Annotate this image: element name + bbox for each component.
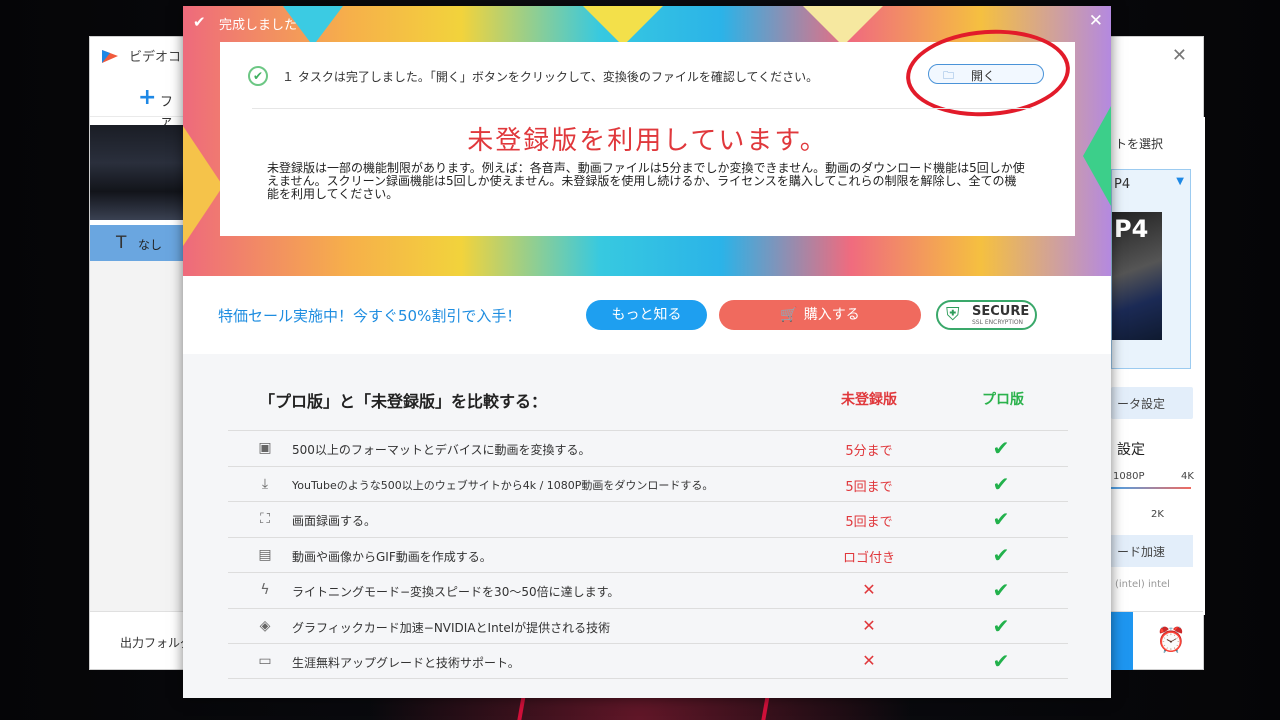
secure-badge: ⛨ SECURE SSL ENCRYPTION: [936, 300, 1037, 330]
quality-settings-title: 設定: [1117, 442, 1145, 458]
unregistered-heading: 未登録版を利用しています。: [467, 126, 828, 156]
learn-more-button[interactable]: もっと知る: [586, 300, 707, 330]
completion-card: ✔ １ タスクは完了しました。「開く」ボタンをクリックして、変換後のファイルを確…: [220, 24, 1075, 236]
hardware-brand-logos: (intel) intel: [1115, 579, 1170, 590]
table-row: ▤ 動画や画像からGIF動画を作成する。 ロゴ付き ✔: [228, 536, 1068, 573]
table-row: ◈ グラフィックカード加速−NVIDIAとIntelが提供される技術 ✕ ✔: [228, 607, 1068, 644]
subtitle-value: なし: [138, 238, 163, 252]
plus-icon: +: [138, 85, 157, 110]
quality-slider[interactable]: [1111, 487, 1191, 489]
shield-check-icon: ⛨: [946, 304, 960, 325]
hardware-acceleration-button[interactable]: ード加速: [1111, 535, 1193, 567]
unregistered-cross-icon: ✕: [862, 651, 876, 670]
pro-check-icon: ✔: [992, 471, 1010, 496]
unregistered-limit: ロゴ付き: [842, 550, 895, 566]
unregistered-description: 未登録版は一部の機能制限があります。例えば：各音声、動画ファイルは5分までしか変…: [267, 161, 1025, 201]
feature-text: グラフィックカード加速−NVIDIAとIntelが提供される技術: [292, 620, 611, 635]
quality-label-high: 4K: [1181, 471, 1194, 482]
file-list-area: [90, 261, 185, 611]
pro-check-icon: ✔: [992, 436, 1010, 460]
unregistered-limit: 5分まで: [845, 444, 893, 459]
dialog-title: 完成しました: [219, 18, 298, 33]
parameter-settings-label: ータ設定: [1117, 397, 1166, 411]
feature-text: 生涯無料アップグレードと技術サポート。: [292, 656, 520, 670]
format-thumbnail: P4: [1112, 212, 1162, 340]
decorative-triangle: [803, 6, 883, 46]
unregistered-cross-icon: ✕: [862, 580, 876, 599]
decorative-triangle: [1083, 106, 1111, 206]
pro-check-icon: ✔: [992, 578, 1010, 602]
quality-label-mid: 2K: [1151, 509, 1164, 520]
dialog-header-banner: ✔ 完成しました ✕ ✔ １ タスクは完了しました。「開く」ボタンをクリックして…: [183, 6, 1111, 276]
add-file-button[interactable]: + ファ: [90, 81, 185, 129]
output-folder-label: 出力フォルダ: [120, 636, 193, 650]
pro-check-icon: ✔: [992, 542, 1010, 567]
unregistered-limit: 5回まで: [845, 479, 893, 495]
gif-icon: ▤: [258, 546, 272, 563]
pro-check-icon: ✔: [992, 613, 1010, 638]
unregistered-cross-icon: ✕: [862, 615, 876, 635]
output-format-panel: トを選択 P4 ▼ P4 ータ設定 設定 1080P 4K 2K ード加速 (i…: [1111, 117, 1205, 615]
unregistered-limit: 5回まで: [845, 515, 893, 530]
column-header-pro: プロ版: [982, 392, 1024, 408]
close-icon[interactable]: ✕: [1089, 11, 1103, 31]
feature-text: ライトニングモード−変換スピードを30〜50倍に達します。: [292, 585, 620, 599]
format-thumbnail-text: P4: [1114, 215, 1149, 243]
feature-text: YouTubeのような500以上のウェブサイトから4k / 1080P動画をダウ…: [292, 478, 714, 492]
task-complete-check-icon: ✔: [248, 66, 268, 86]
subtitle-select[interactable]: T なし: [90, 225, 185, 261]
feature-text: 画面録画する。: [292, 514, 377, 528]
cart-icon: 🛒: [780, 307, 798, 323]
text-icon: T: [116, 233, 127, 253]
secure-sublabel: SSL ENCRYPTION: [972, 319, 1024, 326]
buy-button[interactable]: 🛒 購入する: [719, 300, 921, 330]
task-complete-message: １ タスクは完了しました。「開く」ボタンをクリックして、変換後のファイルを確認し…: [282, 70, 819, 84]
hardware-acceleration-label: ード加速: [1117, 545, 1166, 559]
background-app-title: ビデオコ: [129, 50, 182, 65]
promo-bar: 特価セール実施中！今すぐ50%割引で入手！ もっと知る 🛒 購入する ⛨ SECU…: [183, 276, 1111, 354]
check-icon: ✔: [193, 13, 206, 31]
buy-button-label: 購入する: [803, 307, 860, 323]
convert-icon: ▣: [258, 440, 272, 456]
compare-title: 「プロ版」と「未登録版」を比較する：: [259, 392, 548, 411]
lightning-icon: ϟ: [260, 582, 270, 598]
format-selector[interactable]: P4 ▼ P4: [1111, 169, 1191, 369]
close-icon[interactable]: ✕: [1172, 45, 1187, 66]
table-row: ⛶ 画面録画する。 5回まで ✔: [228, 501, 1068, 537]
column-header-unregistered: 未登録版: [841, 392, 897, 408]
feature-text: 動画や画像からGIF動画を作成する。: [292, 549, 492, 564]
chevron-down-icon: ▼: [1176, 176, 1184, 187]
output-format-header: トを選択: [1115, 137, 1164, 151]
support-icon: ▭: [258, 653, 272, 669]
completion-dialog: ✔ 完成しました ✕ ✔ １ タスクは完了しました。「開く」ボタンをクリックして…: [183, 6, 1111, 698]
download-icon: ⤓: [261, 475, 269, 492]
app-logo-icon: [102, 50, 118, 63]
decorative-triangle: [583, 6, 663, 46]
promo-link[interactable]: 特価セール実施中！今すぐ50%割引で入手！: [218, 305, 521, 326]
gpu-icon: ◈: [259, 617, 271, 634]
convert-button[interactable]: [1111, 612, 1133, 670]
feature-text: 500以上のフォーマットとデバイスに動画を変換する。: [292, 443, 591, 457]
alarm-clock-icon[interactable]: ⏰: [1156, 626, 1186, 654]
pro-check-icon: ✔: [992, 649, 1010, 673]
feature-comparison-table: ▣ 500以上のフォーマットとデバイスに動画を変換する。 5分まで ✔ ⤓ Yo…: [228, 430, 1068, 679]
table-row: ϟ ライトニングモード−変換スピードを30〜50倍に達します。 ✕ ✔: [228, 572, 1068, 608]
table-row: ▭ 生涯無料アップグレードと技術サポート。 ✕ ✔: [228, 643, 1068, 679]
quality-label-low: 1080P: [1113, 471, 1145, 482]
screen-record-icon: ⛶: [260, 511, 270, 527]
table-row: ▣ 500以上のフォーマットとデバイスに動画を変換する。 5分まで ✔: [228, 430, 1068, 466]
divider: [252, 108, 1032, 109]
decorative-triangle: [183, 126, 223, 246]
add-file-label: ファ: [160, 95, 174, 129]
format-name: P4: [1114, 177, 1131, 192]
table-row: ⤓ YouTubeのような500以上のウェブサイトから4k / 1080P動画を…: [228, 465, 1068, 502]
video-thumbnail[interactable]: [90, 125, 185, 220]
secure-label: SECURE: [972, 304, 1030, 319]
parameter-settings-button[interactable]: ータ設定: [1111, 387, 1193, 419]
pro-check-icon: ✔: [992, 507, 1010, 531]
